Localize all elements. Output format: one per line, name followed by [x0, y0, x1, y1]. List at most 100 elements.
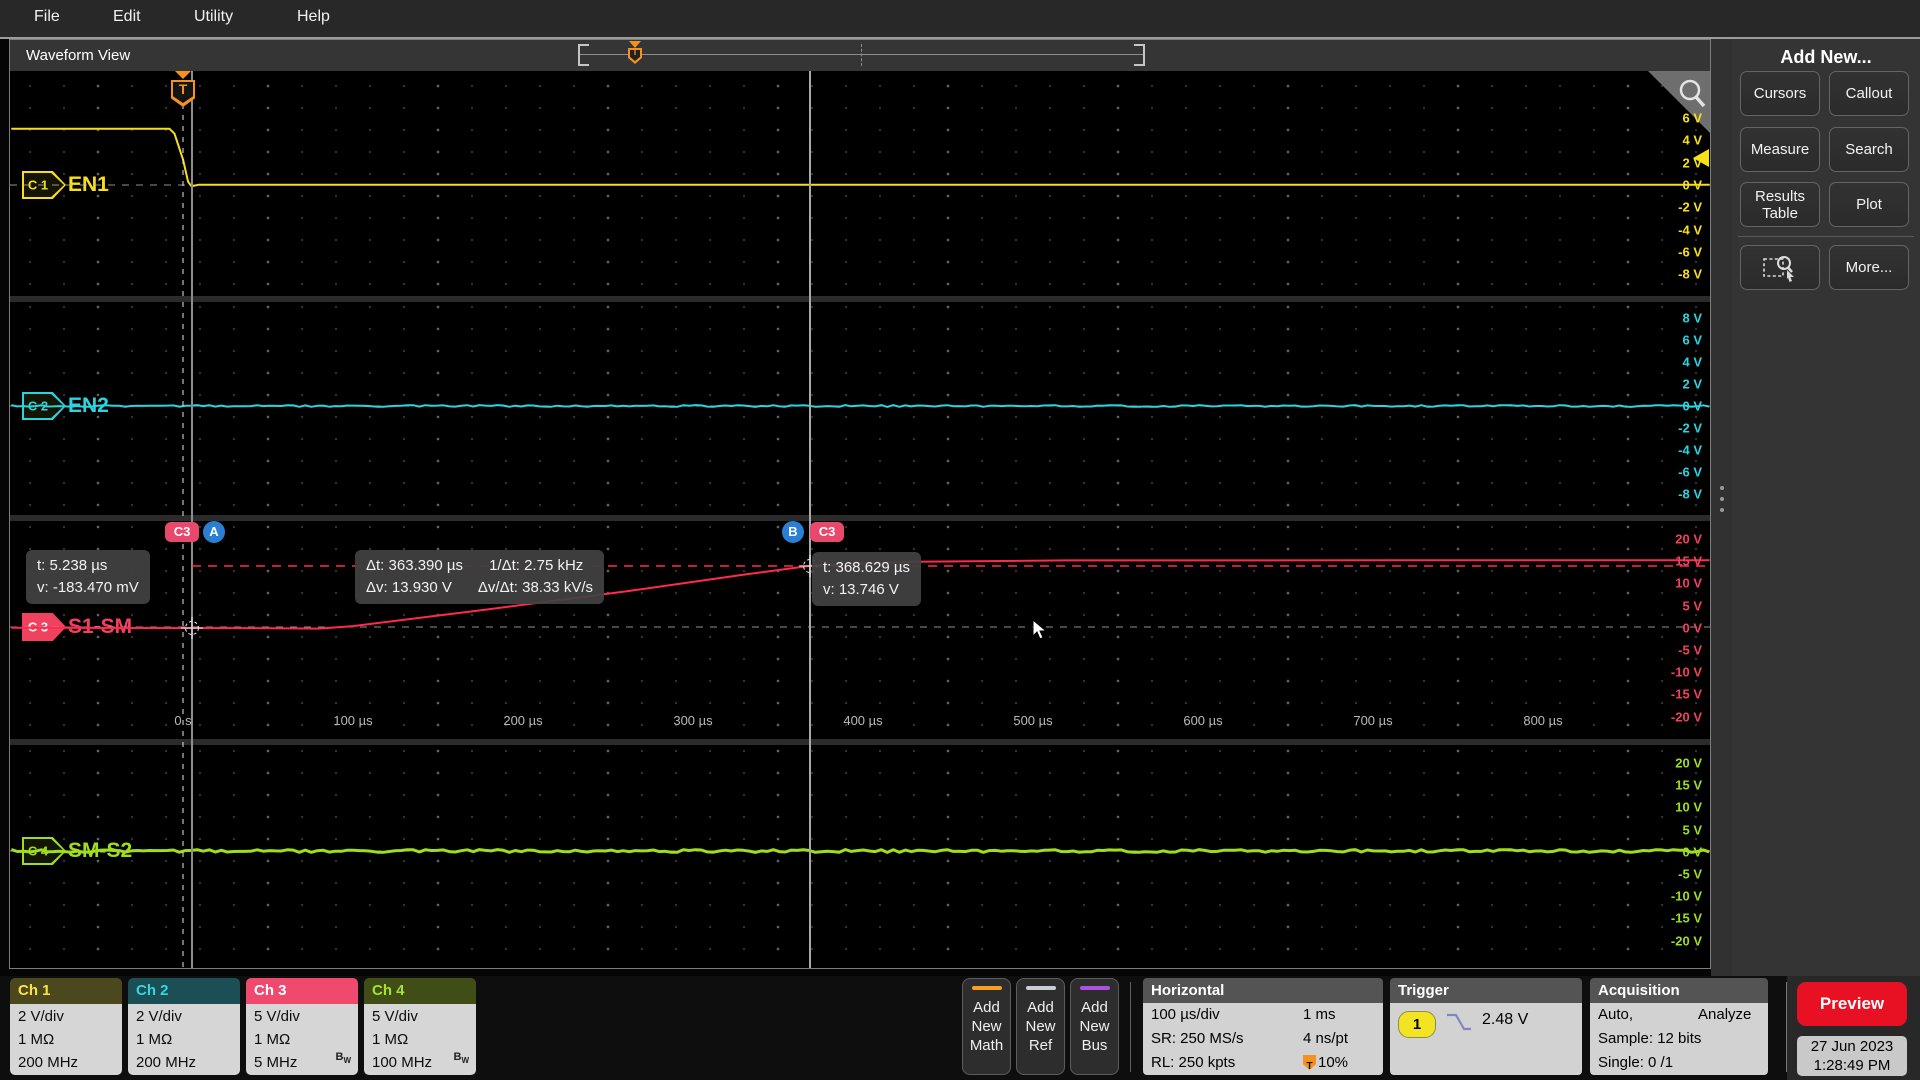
- trace-1: [11, 127, 1710, 188]
- record-trigger-position-icon[interactable]: T: [628, 41, 642, 67]
- add-new-panel: Add New... Cursors Callout Measure Searc…: [1732, 39, 1920, 976]
- axis-label: -20 V: [1670, 933, 1702, 949]
- cursor-a-badge[interactable]: A: [203, 521, 225, 543]
- axis-label: 0 V: [1682, 620, 1702, 636]
- zoom-select-icon: [1763, 255, 1794, 282]
- menu-bar: File Edit Utility Help: [0, 0, 1920, 37]
- bandwidth-limit-badge: BW: [453, 1050, 469, 1065]
- trigger-t-icon[interactable]: T: [169, 71, 197, 111]
- cursor-a-source-badge[interactable]: C3: [165, 522, 199, 542]
- add-callout-button[interactable]: Callout: [1829, 71, 1909, 116]
- time-axis-label: 400 µs: [843, 713, 883, 728]
- axis-label: -6 V: [1678, 244, 1702, 260]
- add-more-button[interactable]: More...: [1829, 245, 1909, 290]
- trigger-level-arrow-icon[interactable]: [1693, 149, 1709, 167]
- add-new-math-button[interactable]: Add New Math: [962, 978, 1011, 1075]
- axis-label: 20 V: [1675, 755, 1702, 771]
- trigger-position-readout: T 10%: [1303, 1051, 1348, 1075]
- axis-label: -2 V: [1678, 420, 1702, 436]
- axis-label: -8 V: [1678, 486, 1702, 502]
- record-bar-right-bracket: [1134, 44, 1145, 66]
- axis-label: 6 V: [1682, 332, 1702, 348]
- axis-label: -4 V: [1678, 222, 1702, 237]
- ch1-settings-badge[interactable]: Ch 1 2 V/div1 MΩ200 MHz BW: [10, 978, 122, 1075]
- axis-label: 0 V: [1682, 398, 1702, 414]
- axis-label: -5 V: [1678, 642, 1702, 658]
- axis-label: 4 V: [1682, 354, 1702, 370]
- ch4-settings-badge[interactable]: Ch 4 5 V/div 1 MΩ 100 MHz BW: [364, 978, 476, 1075]
- cursor-b-readout: t: 368.629 µs v: 13.746 V: [812, 552, 922, 606]
- cursor-b-badge[interactable]: B: [782, 521, 804, 543]
- axis-label: -10 V: [1670, 664, 1702, 680]
- waveform-view-title: Waveform View: [26, 47, 131, 64]
- axis-label: 10 V: [1675, 799, 1702, 815]
- axis-label: -10 V: [1670, 888, 1702, 904]
- drag-handle-icon[interactable]: [1711, 479, 1732, 519]
- waveform-view-header: Waveform View T: [10, 40, 1710, 71]
- axis-label: 5 V: [1682, 598, 1702, 614]
- time-axis-label: 500 µs: [1013, 713, 1053, 728]
- magnifier-icon: [1679, 79, 1706, 108]
- waveform-view: Waveform View T T C 1 EN1 C 2 EN2 C 3 S1…: [9, 39, 1711, 969]
- axis-label: -5 V: [1678, 866, 1702, 882]
- menu-edit[interactable]: Edit: [113, 8, 141, 26]
- axis-label: -6 V: [1678, 464, 1702, 480]
- add-new-bus-button[interactable]: Add New Bus: [1070, 978, 1119, 1075]
- trigger-flag-icon: T: [1303, 1055, 1316, 1072]
- time-axis-label: 0 s: [174, 713, 192, 728]
- time-axis-label: 200 µs: [503, 713, 543, 728]
- axis-label: -20 V: [1670, 709, 1702, 725]
- trigger-source-badge[interactable]: 1: [1398, 1011, 1436, 1038]
- axis-label: 15 V: [1675, 777, 1702, 793]
- add-new-title: Add New...: [1780, 47, 1872, 67]
- falling-edge-icon: [1447, 1013, 1471, 1031]
- axis-label: 5 V: [1682, 822, 1702, 838]
- trigger-badge[interactable]: Trigger 1 2.48 V: [1390, 978, 1582, 1075]
- add-cursors-button[interactable]: Cursors: [1740, 71, 1820, 116]
- menu-help[interactable]: Help: [297, 8, 330, 26]
- trace-2: [11, 404, 1710, 408]
- record-view-bar[interactable]: T: [578, 41, 1145, 67]
- time-axis-label: 100 µs: [333, 713, 373, 728]
- menu-file[interactable]: File: [34, 8, 60, 26]
- acquisition-badge[interactable]: Acquisition Auto, Analyze Sample: 12 bit…: [1590, 978, 1768, 1075]
- time-axis-label: 800 µs: [1523, 713, 1563, 728]
- axis-label: 20 V: [1675, 531, 1702, 547]
- horizontal-badge[interactable]: Horizontal 100 µs/div 1 ms SR: 250 MS/s …: [1143, 978, 1383, 1075]
- axis-label: 8 V: [1682, 310, 1702, 326]
- add-results-table-button[interactable]: Results Table: [1740, 182, 1820, 227]
- ch2-settings-badge[interactable]: Ch 2 2 V/div1 MΩ200 MHz BW: [128, 978, 240, 1075]
- time-axis-label: 300 µs: [673, 713, 713, 728]
- axis-label: 15 V: [1675, 553, 1702, 569]
- preview-button[interactable]: Preview: [1797, 982, 1907, 1026]
- trace-4: [10, 848, 1710, 854]
- axis-label: -4 V: [1678, 442, 1702, 458]
- cursor-b-source-badge[interactable]: C3: [810, 522, 844, 542]
- record-bar-center-mark: [861, 44, 862, 66]
- axis-label: -8 V: [1678, 266, 1702, 282]
- axis-label: 0 V: [1682, 177, 1702, 193]
- axis-label: 0 V: [1682, 844, 1702, 860]
- axis-label: -15 V: [1670, 910, 1702, 926]
- axis-label: 10 V: [1675, 575, 1702, 591]
- record-bar-left-bracket: [578, 44, 589, 66]
- axis-label: -2 V: [1678, 199, 1702, 215]
- divider: [1130, 982, 1131, 1072]
- add-new-ref-button[interactable]: Add New Ref: [1016, 978, 1065, 1075]
- ch3-settings-badge[interactable]: Ch 3 5 V/div 1 MΩ 5 MHz BW: [246, 978, 358, 1075]
- axis-label: -15 V: [1670, 686, 1702, 702]
- add-search-button[interactable]: Search: [1829, 127, 1909, 172]
- settings-bar: Ch 1 2 V/div1 MΩ200 MHz BW Ch 2 2 V/div1…: [0, 976, 1920, 1080]
- add-plot-button[interactable]: Plot: [1829, 182, 1909, 227]
- zoom-select-button[interactable]: [1740, 245, 1820, 290]
- add-measure-button[interactable]: Measure: [1740, 127, 1820, 172]
- time-axis-label: 600 µs: [1183, 713, 1223, 728]
- mouse-cursor: [1032, 619, 1048, 640]
- cursor-a-readout: t: 5.238 µs v: -183.470 mV: [26, 550, 150, 604]
- waveform-traces: [10, 71, 1710, 968]
- time-axis-label: 700 µs: [1353, 713, 1393, 728]
- menu-utility[interactable]: Utility: [194, 8, 233, 26]
- cursor-a-crosshair: [181, 617, 203, 639]
- graticule[interactable]: T C 1 EN1 C 2 EN2 C 3 S1-SM C 4 SM-S2 C3: [10, 71, 1710, 968]
- panel-splitter[interactable]: [1711, 39, 1732, 976]
